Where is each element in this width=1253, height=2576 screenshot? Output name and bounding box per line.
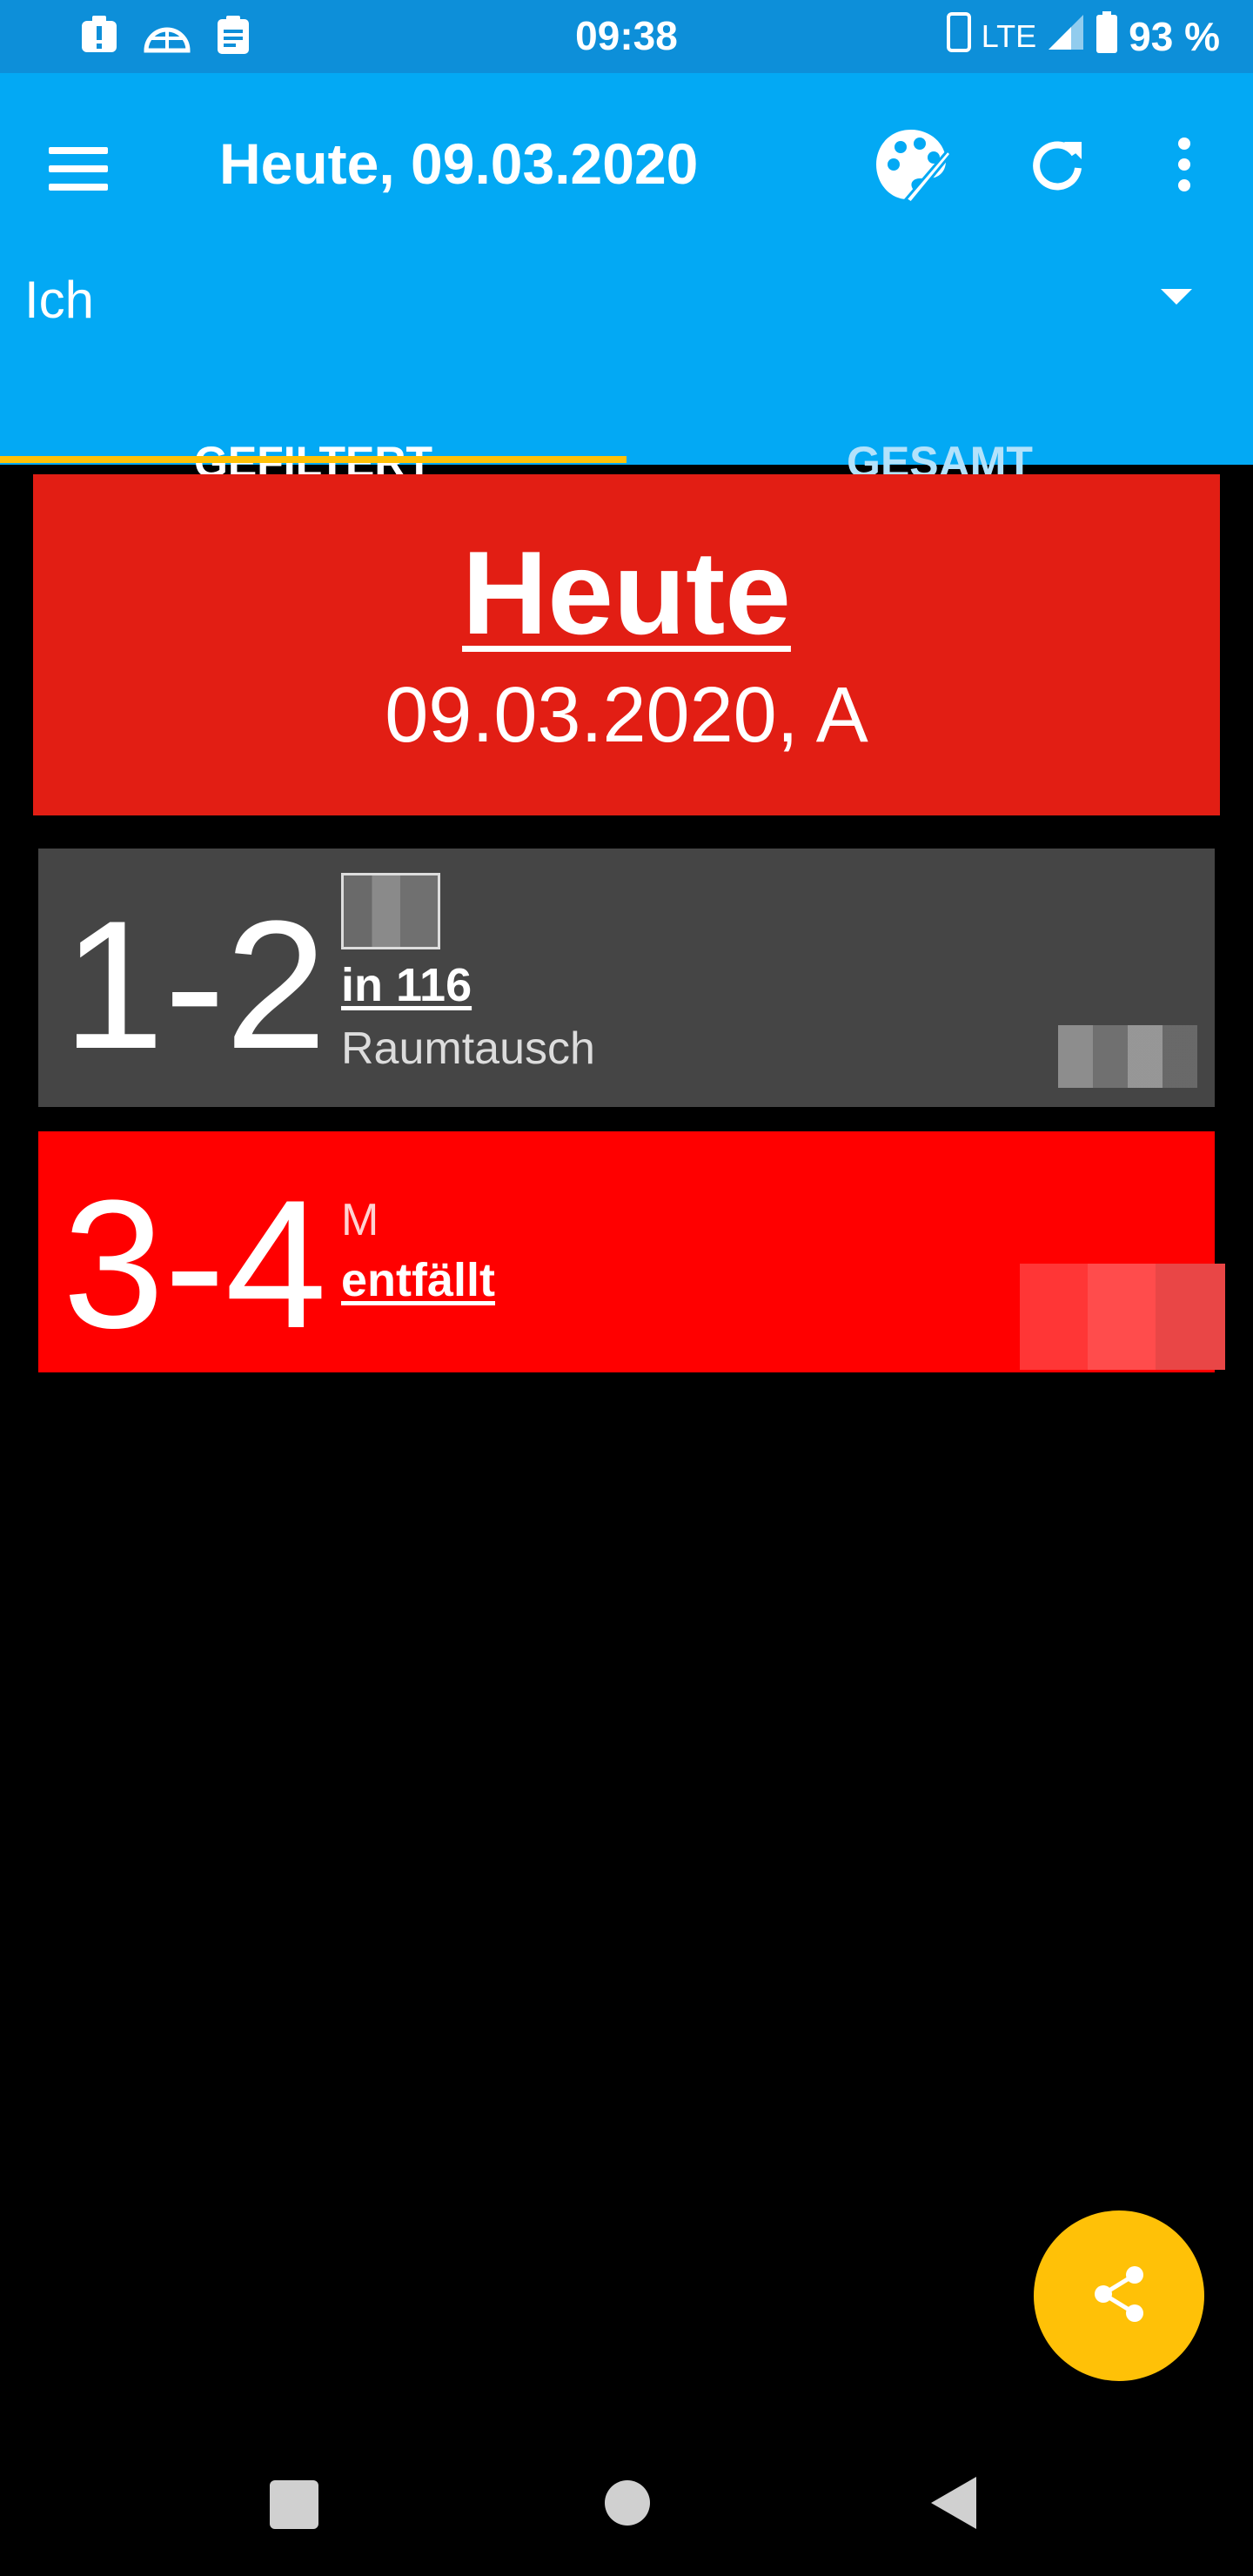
- status-bar: 09:38 LTE 93 %: [0, 0, 1253, 73]
- lesson-hours: 1-2: [63, 882, 327, 1087]
- lesson-card[interactable]: 3-4 M entfällt: [38, 1131, 1225, 1372]
- tab-gesamt[interactable]: GESAMT: [626, 360, 1253, 484]
- lesson-details: in 116 Raumtausch: [341, 873, 595, 1075]
- tab-bar: GEFILTERT GESAMT: [0, 360, 1253, 484]
- refresh-icon: [1029, 137, 1085, 197]
- network-label: LTE: [981, 18, 1037, 54]
- refresh-button[interactable]: [1009, 118, 1105, 214]
- phone-icon: [946, 11, 971, 62]
- teacher-redacted: [1020, 1264, 1225, 1370]
- dropdown-arrow-icon: [1161, 289, 1192, 305]
- tab-gefiltert[interactable]: GEFILTERT: [0, 360, 626, 484]
- recents-icon[interactable]: [270, 2480, 318, 2529]
- lesson-room: in 116: [341, 959, 472, 1011]
- day-title: Heute: [462, 527, 791, 659]
- lesson-subject: M: [341, 1195, 379, 1245]
- dropdown-value: Ich: [24, 271, 95, 329]
- home-icon[interactable]: [605, 2480, 650, 2526]
- lesson-status: entfällt: [341, 1254, 496, 1306]
- menu-button[interactable]: [49, 132, 122, 205]
- battery-level: 93 %: [1129, 14, 1220, 59]
- share-icon: [1088, 2263, 1150, 2330]
- day-date: 09.03.2020, A: [385, 671, 868, 759]
- more-options-button[interactable]: [1136, 118, 1232, 214]
- status-indicators: LTE 93 %: [946, 10, 1220, 63]
- palette-button[interactable]: [863, 118, 959, 214]
- more-vert-icon: [1176, 137, 1193, 197]
- lesson-note: Raumtausch: [341, 1023, 595, 1074]
- battery-icon: [1096, 10, 1118, 63]
- app-bar: Heute, 09.03.2020 Ich GEFILTERT GESAMT: [0, 73, 1253, 484]
- share-button[interactable]: [1034, 2210, 1204, 2381]
- page-title: Heute, 09.03.2020: [219, 131, 699, 196]
- teacher-redacted: [1058, 1025, 1197, 1088]
- day-header: Heute 09.03.2020, A: [33, 474, 1220, 815]
- lesson-card[interactable]: 1-2 in 116 Raumtausch: [38, 849, 1215, 1107]
- back-icon[interactable]: [931, 2477, 976, 2529]
- person-dropdown[interactable]: Ich: [0, 244, 1253, 348]
- system-nav-bar: [0, 2454, 1253, 2576]
- palette-icon: [871, 124, 954, 209]
- tab-indicator: [0, 456, 626, 463]
- lesson-details: M entfällt: [341, 1194, 495, 1307]
- lesson-hours: 3-4: [63, 1162, 327, 1366]
- subject-redacted: [341, 873, 440, 949]
- signal-icon: [1047, 13, 1085, 61]
